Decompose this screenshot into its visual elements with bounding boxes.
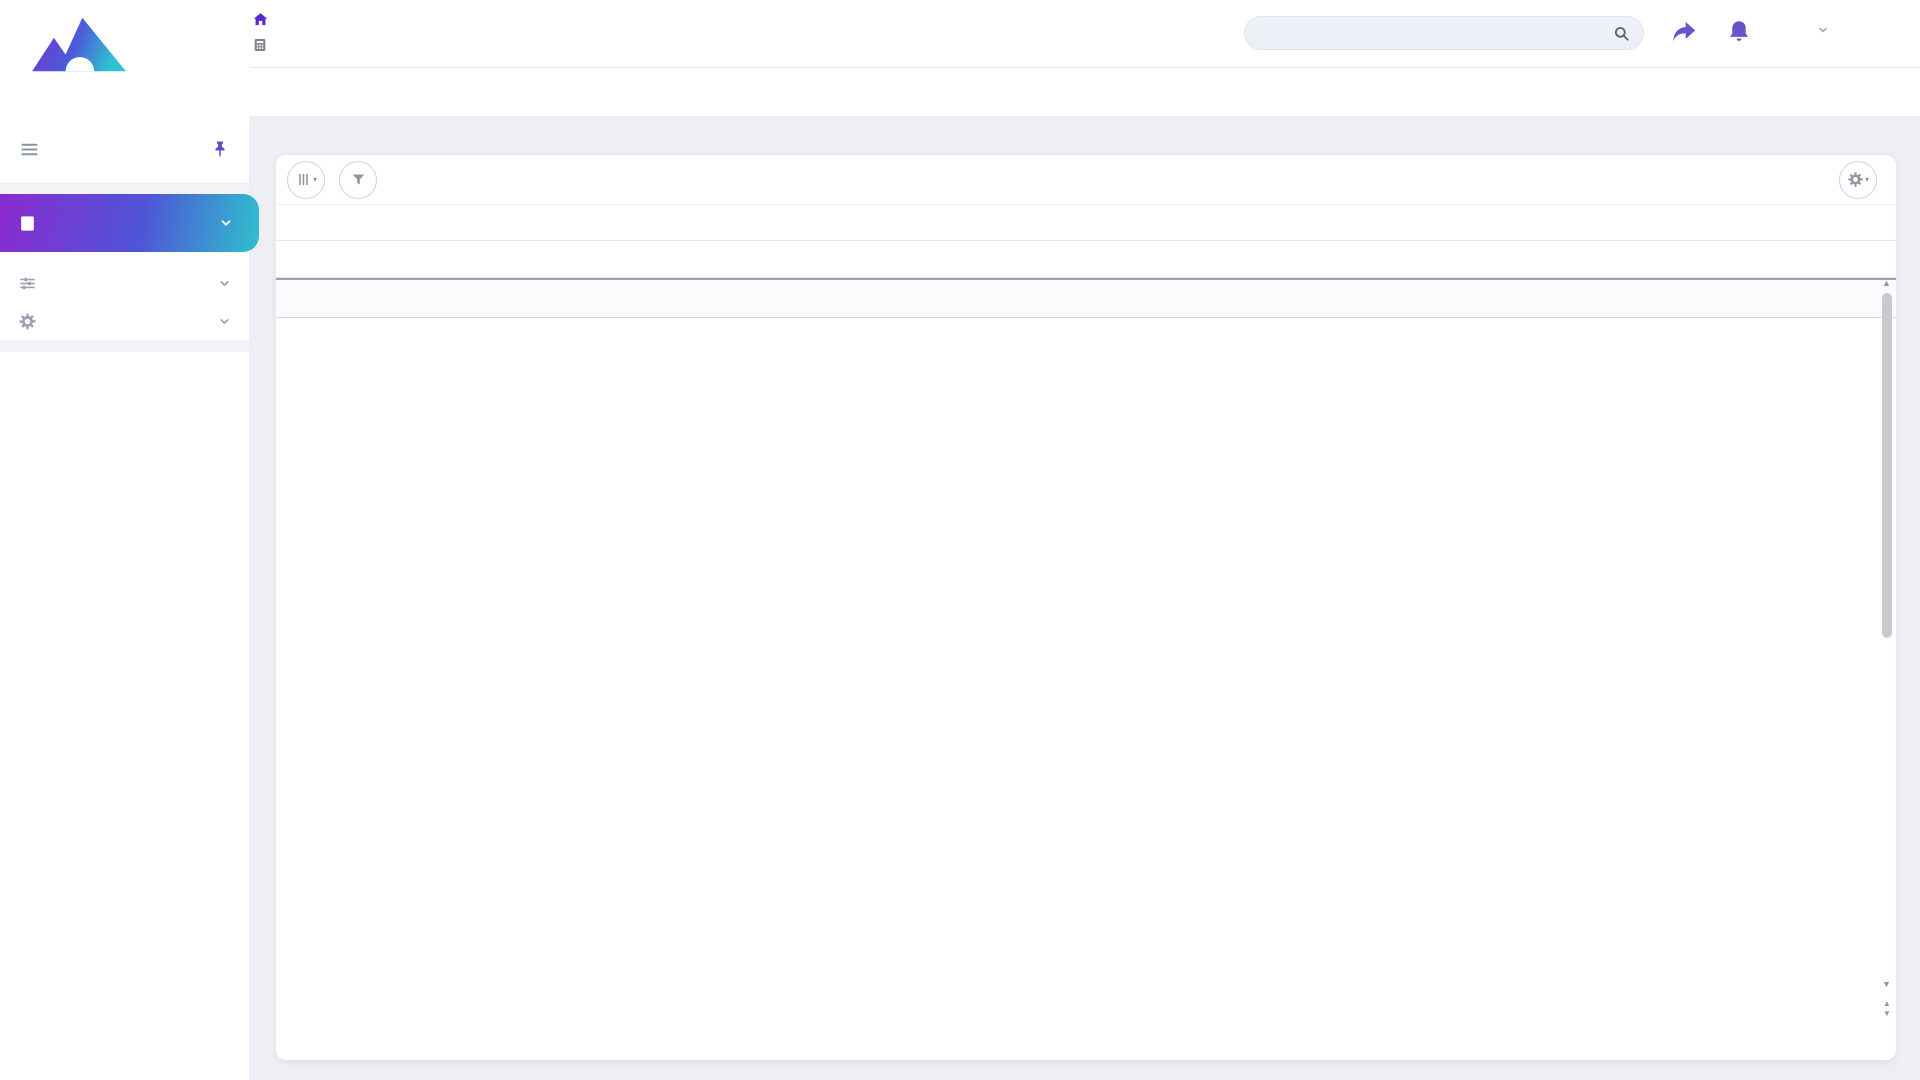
table-header-row [276,205,1896,241]
user-menu[interactable] [1808,24,1829,36]
accounting-movements-card: ▾ ▾ ▲ ▼ ▲ ▼ [276,155,1896,1060]
app-logo [14,6,144,80]
scroll-down-icon[interactable]: ▼ [1882,980,1891,989]
admin-submenu [0,340,249,352]
caret-down-icon: ▾ [312,175,317,184]
breadcrumb [252,11,280,53]
columns-button[interactable]: ▾ [287,160,325,199]
bell-icon [1726,18,1752,45]
sidebar-item-configuration[interactable] [0,264,249,302]
table-footer [276,318,1896,352]
breadcrumb-page [252,37,280,53]
totals-scrollbar[interactable]: ▲ ▼ [1882,999,1892,1019]
calculator-icon [18,214,37,233]
scrollbar-thumb[interactable] [1882,293,1892,638]
sidebar-item-accounting[interactable] [0,194,259,252]
sliders-icon [18,274,37,293]
pushpin-icon [211,140,229,158]
house-icon [252,11,269,28]
notifications-button[interactable] [1726,18,1752,45]
table-toolbar: ▾ ▾ [276,155,1896,205]
logo-mountain-icon [25,6,133,78]
accounting-submenu [0,252,249,264]
funnel-icon [350,171,367,188]
filter-button[interactable] [339,160,377,199]
pin-sidebar-button[interactable] [211,140,229,158]
calculator-icon [252,37,268,53]
vertical-scrollbar[interactable]: ▲ ▼ [1881,279,1893,989]
search-input[interactable] [1263,25,1612,41]
sidebar [0,116,259,1080]
chevron-down-icon [219,216,233,230]
header-divider [251,67,1920,68]
share-button[interactable] [1670,18,1698,45]
global-search [1244,16,1644,50]
gear-icon [1847,171,1864,188]
caret-down-icon: ▾ [1864,175,1869,184]
sidebar-menu-row [0,116,249,184]
chevron-down-icon [1817,24,1829,36]
breadcrumb-app[interactable] [252,11,280,28]
table-settings-button[interactable]: ▾ [1839,160,1877,199]
columns-icon [295,171,312,188]
chevron-down-icon [218,277,231,290]
hamburger-icon[interactable] [20,140,39,159]
table-totals-row [276,278,1896,318]
share-icon [1670,18,1698,45]
search-icon[interactable] [1612,24,1631,43]
scroll-up-icon[interactable]: ▲ [1882,279,1891,288]
table-filter-row [276,241,1896,278]
top-header [0,0,1920,116]
gear-icon [18,312,37,331]
sidebar-item-admin[interactable] [0,302,249,340]
chevron-down-icon [218,315,231,328]
